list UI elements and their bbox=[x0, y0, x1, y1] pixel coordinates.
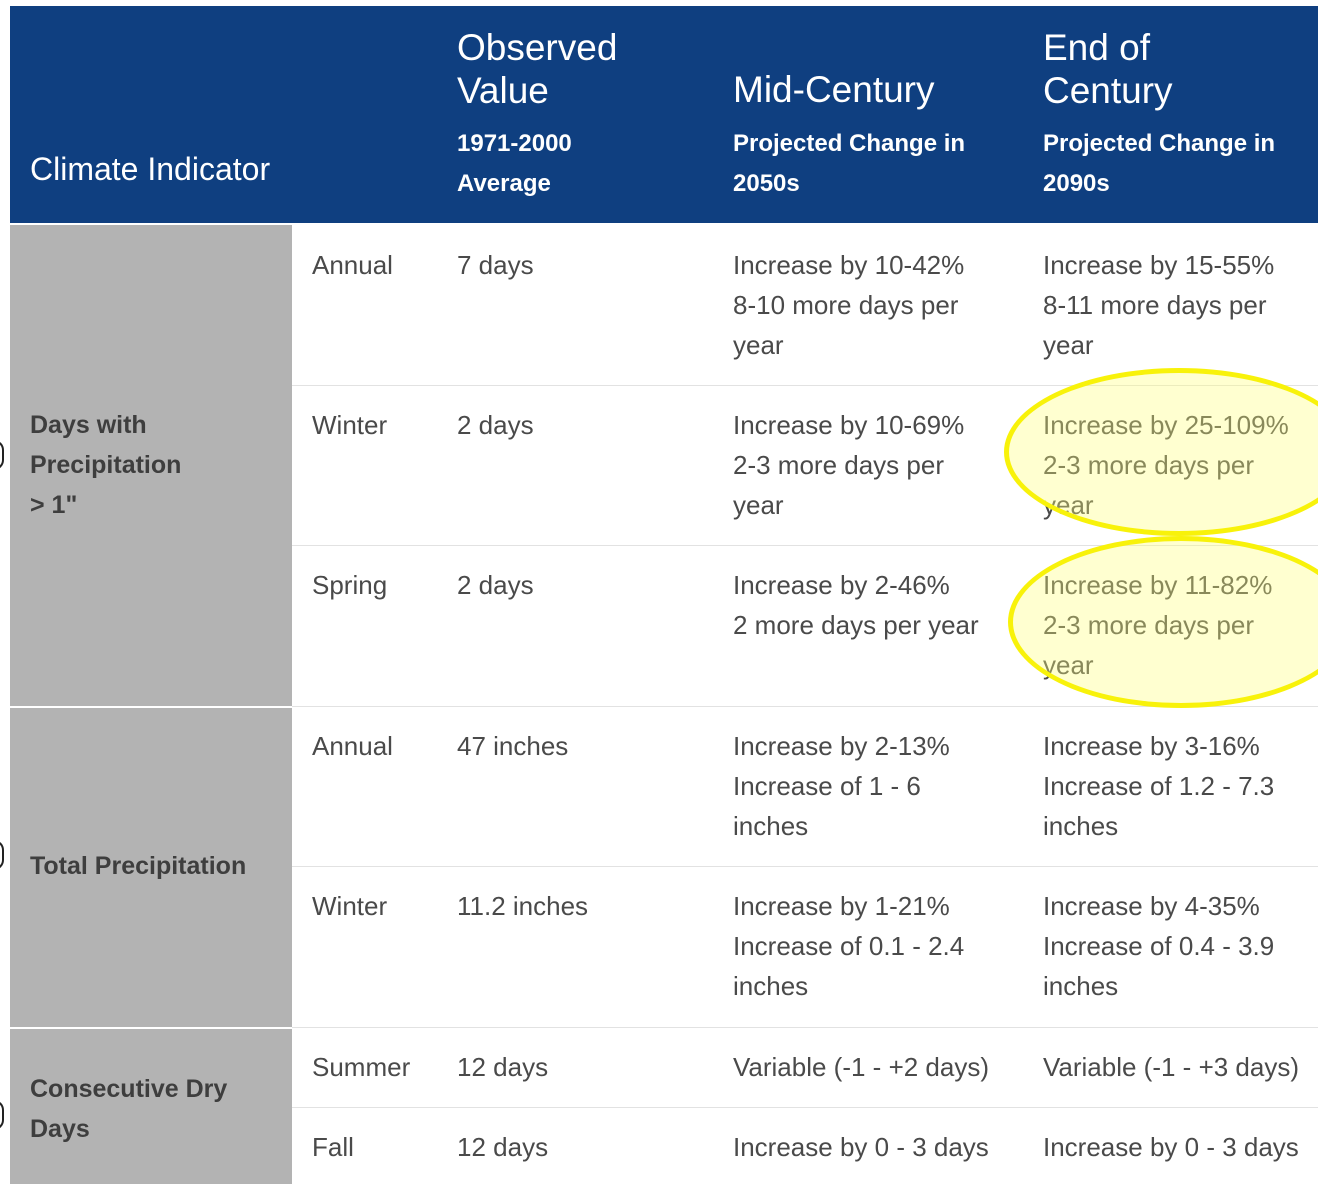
table-row: Summer 12 days Variable (-1 - +2 days) V… bbox=[292, 1027, 1318, 1107]
group-label: Consecutive Dry Days bbox=[30, 1075, 228, 1143]
mid-century-cell: Increase by 10-69% 2-3 more days per yea… bbox=[733, 410, 965, 520]
mid-century-cell: Increase by 1-21% Increase of 0.1 - 2.4 … bbox=[733, 891, 965, 1001]
group-days-with-precipitation: Days with Precipitation > 1" bbox=[10, 225, 292, 706]
mid-century-cell: Increase by 0 - 3 days bbox=[733, 1132, 989, 1162]
observed-cell: 12 days bbox=[457, 1132, 549, 1162]
header-end-sub: Projected Change in 2090s bbox=[1043, 130, 1276, 197]
table-row: Winter 11.2 inches Increase by 1-21% Inc… bbox=[292, 866, 1318, 1027]
end-century-cell: Increase by 4-35% Increase of 0.4 - 3.9 … bbox=[1043, 891, 1275, 1001]
season-cell: Spring bbox=[312, 570, 388, 600]
end-century-cell: Increase by 15-55% 8-11 more days per ye… bbox=[1043, 250, 1275, 360]
header-mid-title: Mid-Century bbox=[733, 69, 935, 110]
observed-cell: 11.2 inches bbox=[457, 891, 589, 921]
mid-century-cell: Increase by 2-46% 2 more days per year bbox=[733, 570, 979, 640]
header-observed-title: Observed Value bbox=[457, 27, 618, 111]
end-century-cell: Variable (-1 - +3 days) bbox=[1043, 1052, 1300, 1082]
group-total-precipitation: Total Precipitation bbox=[10, 708, 292, 1027]
table-row: Annual 7 days Increase by 10-42% 8-10 mo… bbox=[292, 225, 1318, 385]
observed-cell: 47 inches bbox=[457, 731, 569, 761]
group-label: Total Precipitation bbox=[30, 852, 247, 880]
row-divider bbox=[292, 1107, 1318, 1108]
climate-table: Climate Indicator Observed Value 1971-20… bbox=[10, 6, 1318, 1184]
observed-cell: 7 days bbox=[457, 250, 534, 280]
header-observed-sub: 1971-2000 Average bbox=[457, 130, 572, 197]
season-cell: Fall bbox=[312, 1132, 354, 1162]
header-end-title: End of Century bbox=[1043, 27, 1173, 111]
table-row: Annual 47 inches Increase by 2-13% Incre… bbox=[292, 706, 1318, 866]
season-cell: Summer bbox=[312, 1052, 411, 1082]
group-label: Days with Precipitation > 1" bbox=[30, 411, 182, 519]
mid-century-cell: Increase by 10-42% 8-10 more days per ye… bbox=[733, 250, 965, 360]
end-century-cell: Increase by 0 - 3 days bbox=[1043, 1132, 1299, 1162]
mid-century-cell: Variable (-1 - +2 days) bbox=[733, 1052, 990, 1082]
season-cell: Annual bbox=[312, 731, 393, 761]
row-divider bbox=[292, 1027, 1318, 1028]
observed-cell: 12 days bbox=[457, 1052, 549, 1082]
edge-mark bbox=[0, 1100, 4, 1130]
edge-mark bbox=[0, 440, 4, 470]
table-header: Climate Indicator Observed Value 1971-20… bbox=[10, 6, 1318, 223]
edge-mark bbox=[0, 840, 4, 870]
season-cell: Winter bbox=[312, 891, 388, 921]
end-century-cell: Increase by 3-16% Increase of 1.2 - 7.3 … bbox=[1043, 731, 1275, 841]
header-climate-indicator: Climate Indicator bbox=[30, 151, 271, 187]
mid-century-cell: Increase by 2-13% Increase of 1 - 6 inch… bbox=[733, 731, 950, 841]
season-cell: Winter bbox=[312, 410, 388, 440]
table-row: Fall 12 days Increase by 0 - 3 days Incr… bbox=[292, 1107, 1318, 1184]
group-consecutive-dry-days: Consecutive Dry Days bbox=[10, 1029, 292, 1184]
observed-cell: 2 days bbox=[457, 410, 534, 440]
observed-cell: 2 days bbox=[457, 570, 534, 600]
season-cell: Annual bbox=[312, 250, 393, 280]
row-divider bbox=[292, 866, 1318, 867]
header-mid-sub: Projected Change in 2050s bbox=[733, 130, 966, 197]
